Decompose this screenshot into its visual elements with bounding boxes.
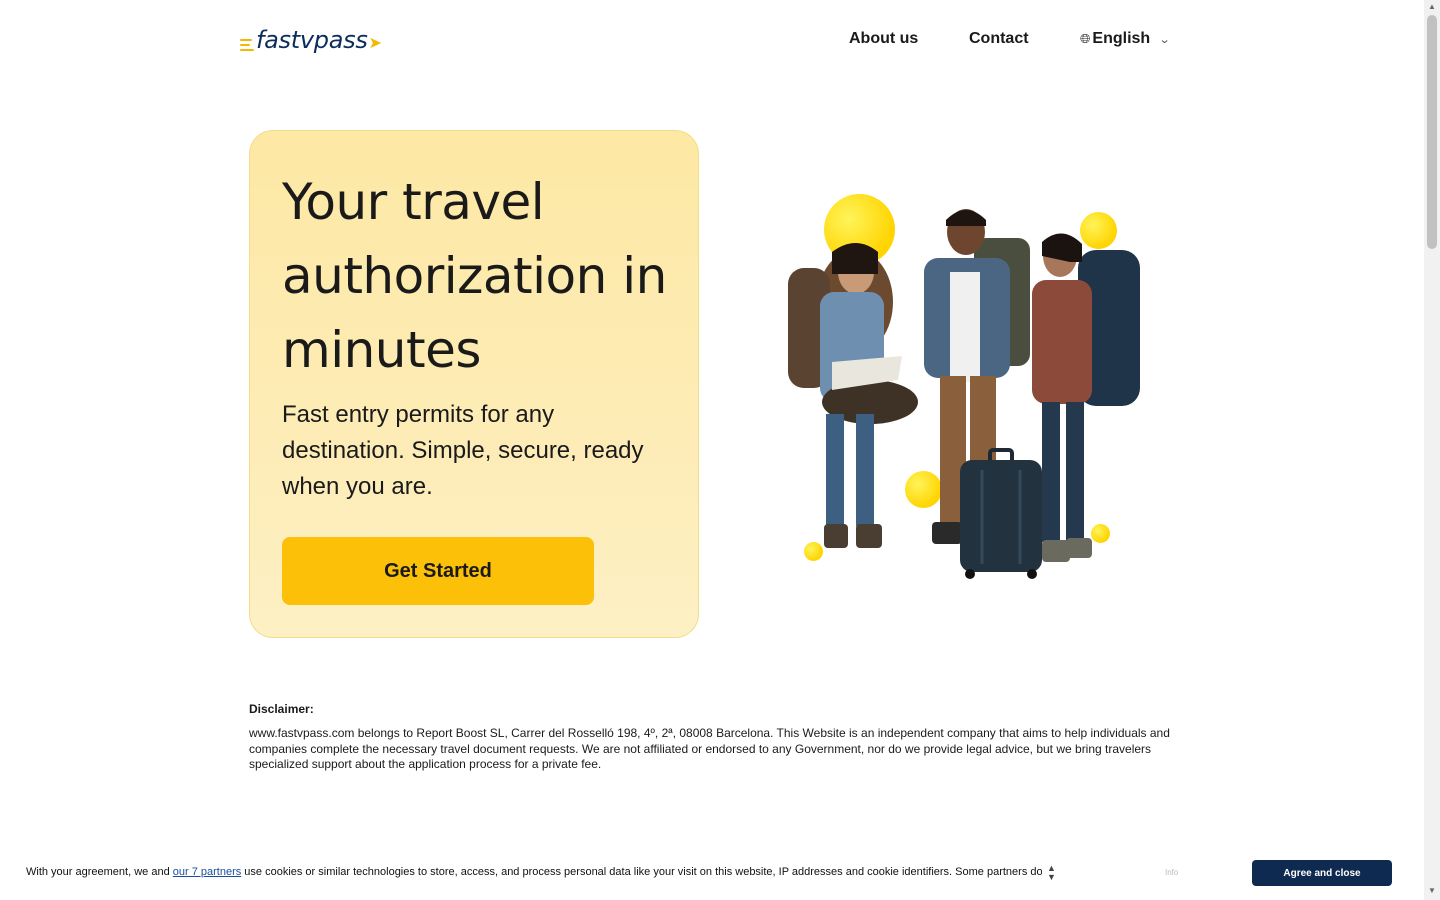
site-header: fastvpass ➤ About us Contact 🌐︎ English … bbox=[0, 0, 1424, 80]
chevron-down-icon: ⌄ bbox=[1158, 33, 1171, 46]
logo[interactable]: fastvpass ➤ bbox=[240, 26, 382, 54]
hero-card: Your travel authorization in minutes Fas… bbox=[249, 130, 699, 638]
hero-title: Your travel authorization in minutes bbox=[282, 173, 667, 379]
language-label: English bbox=[1092, 30, 1151, 47]
partners-link[interactable]: our 7 partners bbox=[173, 866, 241, 878]
cookie-text-after: use cookies or similar technologies to s… bbox=[241, 866, 1042, 878]
traveler-left bbox=[788, 243, 918, 548]
globe-icon: 🌐︎ bbox=[1080, 31, 1091, 46]
nav-contact[interactable]: Contact bbox=[969, 30, 1029, 48]
cookie-text-before: With your agreement, we and bbox=[26, 866, 173, 878]
travelers-illustration bbox=[760, 180, 1160, 590]
page-scrollbar[interactable]: ▲ ▼ bbox=[1424, 0, 1440, 900]
scrollbar-up-arrow-icon[interactable]: ▲ bbox=[1428, 2, 1436, 11]
cookie-text: With your agreement, we and our 7 partne… bbox=[26, 866, 1042, 878]
cookie-info-link[interactable]: Info bbox=[1165, 868, 1178, 877]
travelers-photo bbox=[788, 209, 1140, 579]
language-selector[interactable]: 🌐︎ English ⌄ bbox=[1080, 30, 1171, 48]
traveler-right bbox=[1032, 233, 1140, 562]
logo-text: fastvpass bbox=[256, 26, 368, 54]
agree-and-close-button[interactable]: Agree and close bbox=[1252, 860, 1392, 886]
disclaimer-title: Disclaimer: bbox=[249, 702, 314, 716]
cookie-text-scroll-control[interactable]: ▲ ▼ bbox=[1047, 864, 1056, 882]
logo-arrow-icon: ➤ bbox=[368, 35, 382, 52]
scrollbar-down-arrow-icon[interactable]: ▼ bbox=[1428, 886, 1436, 895]
hero-subtitle: Fast entry permits for any destination. … bbox=[282, 401, 644, 500]
scrollbar-thumb[interactable] bbox=[1427, 15, 1437, 249]
nav-about-us[interactable]: About us bbox=[849, 30, 918, 48]
cookie-banner: With your agreement, we and our 7 partne… bbox=[0, 852, 1424, 900]
suitcase bbox=[960, 448, 1042, 579]
disclaimer-text: www.fastvpass.com belongs to Report Boos… bbox=[249, 726, 1170, 771]
logo-speed-lines bbox=[240, 39, 254, 51]
get-started-button[interactable]: Get Started bbox=[282, 537, 594, 605]
scroll-down-icon[interactable]: ▼ bbox=[1047, 873, 1056, 882]
